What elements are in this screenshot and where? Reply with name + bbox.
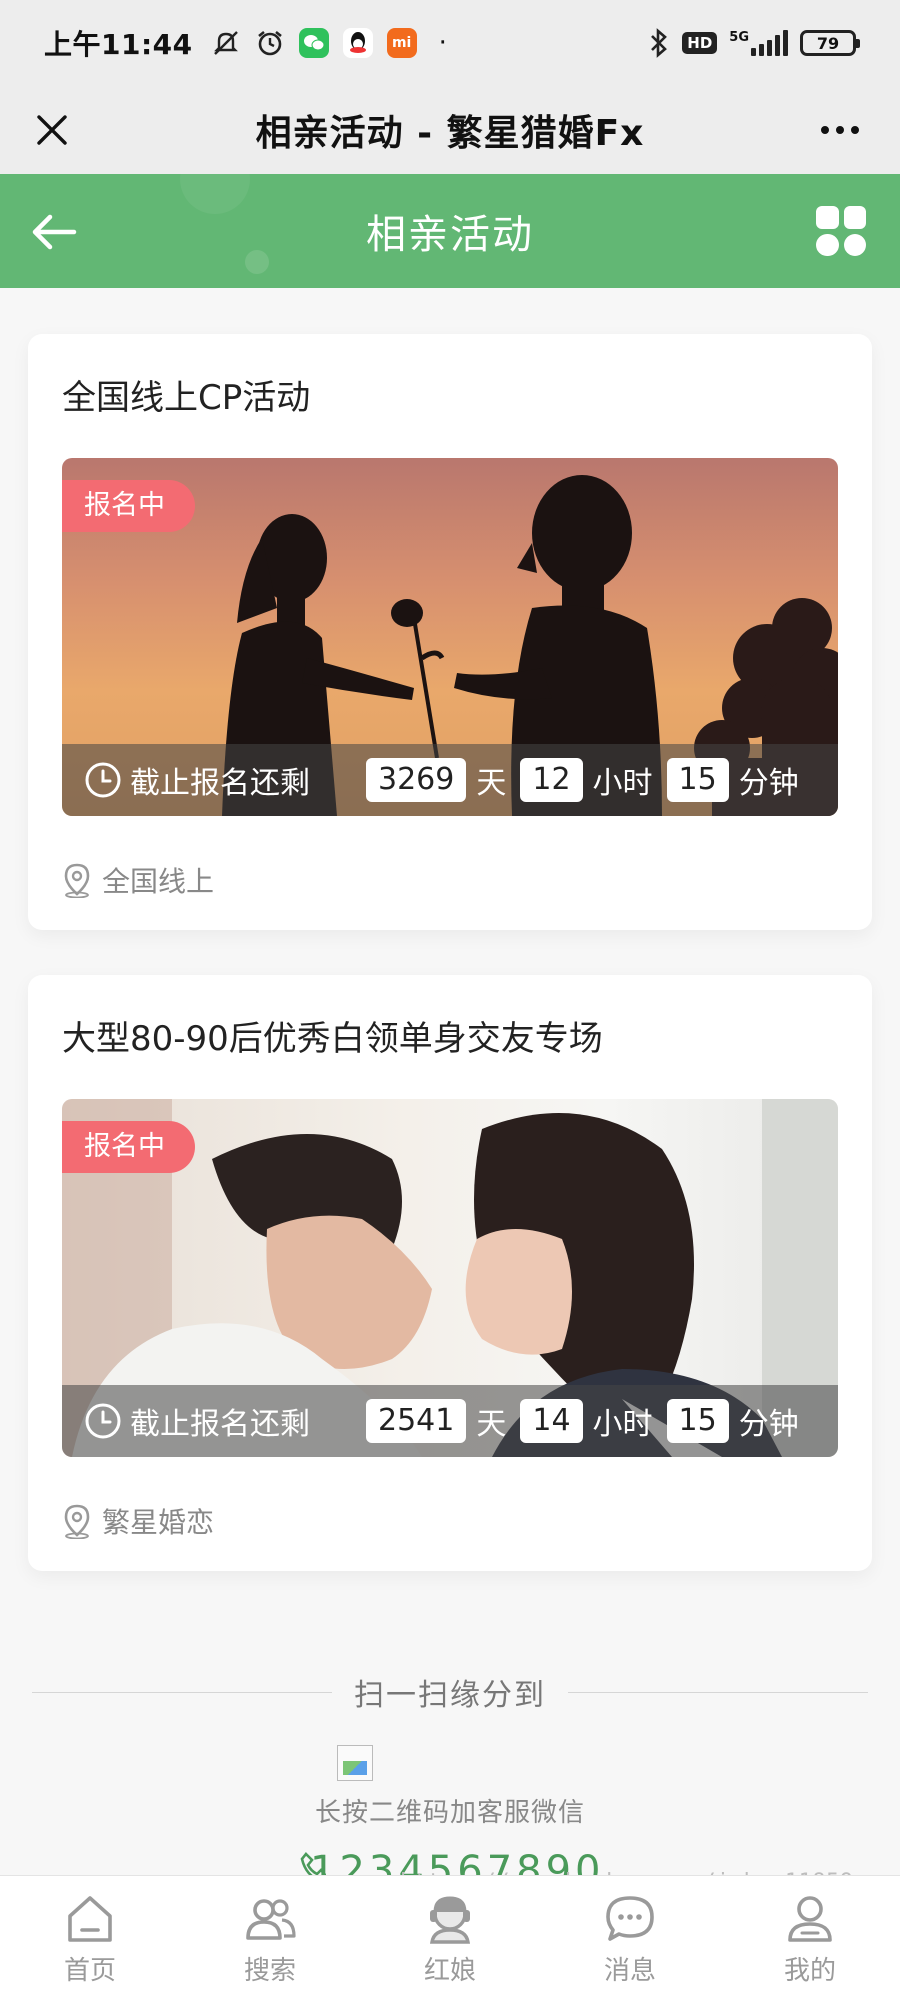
event-title: 大型80-90后优秀白领单身交友专场 (62, 1019, 603, 1059)
qr-code-image[interactable] (337, 1745, 373, 1781)
grid-cell (843, 233, 866, 256)
more-dot-icon (851, 126, 859, 134)
hd-badge: HD (682, 32, 718, 54)
location-pin-icon (64, 863, 90, 898)
more-dot-icon (836, 126, 844, 134)
status-bar: 上午11:44 mi · HD 5G 79 (0, 0, 900, 86)
location-pin-icon (64, 1504, 90, 1539)
chat-icon (606, 1896, 654, 1941)
countdown-minutes-unit: 分钟 (738, 1407, 799, 1442)
grid-cell (816, 206, 839, 229)
network-indicator: 5G (729, 30, 788, 56)
status-badge: 报名中 (62, 480, 195, 532)
bluetooth-icon (651, 28, 668, 58)
header-decoration (245, 250, 269, 274)
tab-profile[interactable]: 我的 (720, 1876, 900, 2000)
signin-divider: 扫一扫缘分到 (32, 1672, 868, 1713)
status-dot: · (438, 28, 447, 58)
status-time: 上午11:44 (44, 28, 193, 61)
battery-icon: 79 (800, 30, 860, 56)
qq-app-icon (342, 28, 373, 58)
signin-divider-text: 扫一扫缘分到 (354, 1678, 546, 1713)
tab-label: 我的 (783, 1956, 836, 1986)
countdown-bar: 截止报名还剩 3269 天 12 小时 15 分钟 (62, 744, 838, 816)
close-icon (37, 115, 67, 145)
tab-label: 首页 (63, 1956, 116, 1986)
tab-messages[interactable]: 消息 (540, 1876, 720, 2000)
users-icon (246, 1899, 296, 1940)
status-badge: 报名中 (62, 1121, 195, 1173)
clock-icon (85, 1403, 121, 1439)
network-type: 5G (729, 30, 749, 45)
profile-icon (788, 1896, 832, 1942)
countdown-days-unit: 天 (476, 1407, 507, 1442)
countdown-hours-unit: 小时 (592, 766, 653, 801)
close-button[interactable] (26, 104, 78, 156)
page: 上午11:44 mi · HD 5G 79 相亲活动 - 繁星猎婚Fx 相亲活动… (0, 0, 900, 2000)
countdown-days: 3269 (366, 758, 467, 802)
countdown-minutes-unit: 分钟 (738, 766, 799, 801)
signal-icon (751, 30, 788, 56)
event-title: 全国线上CP活动 (62, 378, 311, 418)
page-title: 相亲活动 (366, 212, 534, 258)
countdown-label: 截止报名还剩 (130, 766, 310, 801)
clock-icon (85, 762, 121, 798)
countdown-label: 截止报名还剩 (130, 1407, 310, 1442)
wechat-app-icon (298, 28, 329, 58)
event-location: 全国线上 (62, 860, 214, 900)
battery-level: 79 (816, 33, 840, 53)
mi-app-icon: mi (386, 28, 417, 58)
location-text: 繁星婚恋 (102, 1506, 215, 1539)
countdown-days-unit: 天 (476, 766, 507, 801)
tab-label: 红娘 (423, 1956, 476, 1986)
event-card[interactable]: 大型80-90后优秀白领单身交友专场 报名中 截止报名还剩 2541 天 14 … (28, 975, 872, 1571)
event-image[interactable]: 报名中 截止报名还剩 2541 天 14 小时 15 分钟 (62, 1099, 838, 1457)
tab-home[interactable]: 首页 (0, 1876, 180, 2000)
home-icon (68, 1896, 112, 1942)
mute-icon (213, 31, 238, 55)
qr-caption: 长按二维码加客服微信 (314, 1798, 585, 1828)
more-button[interactable] (810, 104, 870, 156)
countdown-hours-unit: 小时 (592, 1407, 653, 1442)
countdown-bar: 截止报名还剩 2541 天 14 小时 15 分钟 (62, 1385, 838, 1457)
header-decoration (180, 174, 250, 214)
location-text: 全国线上 (102, 865, 215, 898)
tab-matchmaker[interactable]: 红娘 (360, 1876, 540, 2000)
grid-cell (816, 233, 839, 256)
divider-line (32, 1691, 332, 1693)
countdown-minutes: 15 (666, 758, 729, 802)
countdown-hours: 14 (520, 1399, 583, 1443)
divider-line (568, 1691, 868, 1693)
event-card[interactable]: 全国线上CP活动 报名中 截止报名还剩 3269 天 12 小时 15 分钟 全… (28, 334, 872, 930)
status-right-icons: HD 5G 79 (648, 28, 860, 58)
countdown-days: 2541 (366, 1399, 467, 1443)
countdown-minutes: 15 (666, 1399, 729, 1443)
webview-title: 相亲活动 - 繁星猎婚Fx (255, 113, 645, 154)
page-header: 相亲活动 (0, 174, 900, 288)
more-dot-icon (821, 126, 829, 134)
event-image[interactable]: 报名中 截止报名还剩 3269 天 12 小时 15 分钟 (62, 458, 838, 816)
grid-cell (843, 206, 866, 229)
webview-titlebar: 相亲活动 - 繁星猎婚Fx (0, 86, 900, 174)
event-location: 繁星婚恋 (62, 1501, 214, 1541)
arrow-left-icon (32, 214, 77, 250)
tab-search[interactable]: 搜索 (180, 1876, 360, 2000)
status-notification-icons: mi · (211, 28, 447, 58)
alarm-icon (257, 30, 282, 56)
bottom-tab-bar: 首页 搜索 红娘 消息 我的 (0, 1875, 900, 2000)
back-button[interactable] (24, 202, 84, 262)
matchmaker-icon (429, 1896, 471, 1944)
countdown-hours: 12 (520, 758, 583, 802)
grid-menu-icon[interactable] (816, 206, 866, 256)
tab-label: 消息 (603, 1956, 656, 1986)
tab-label: 搜索 (243, 1956, 296, 1986)
